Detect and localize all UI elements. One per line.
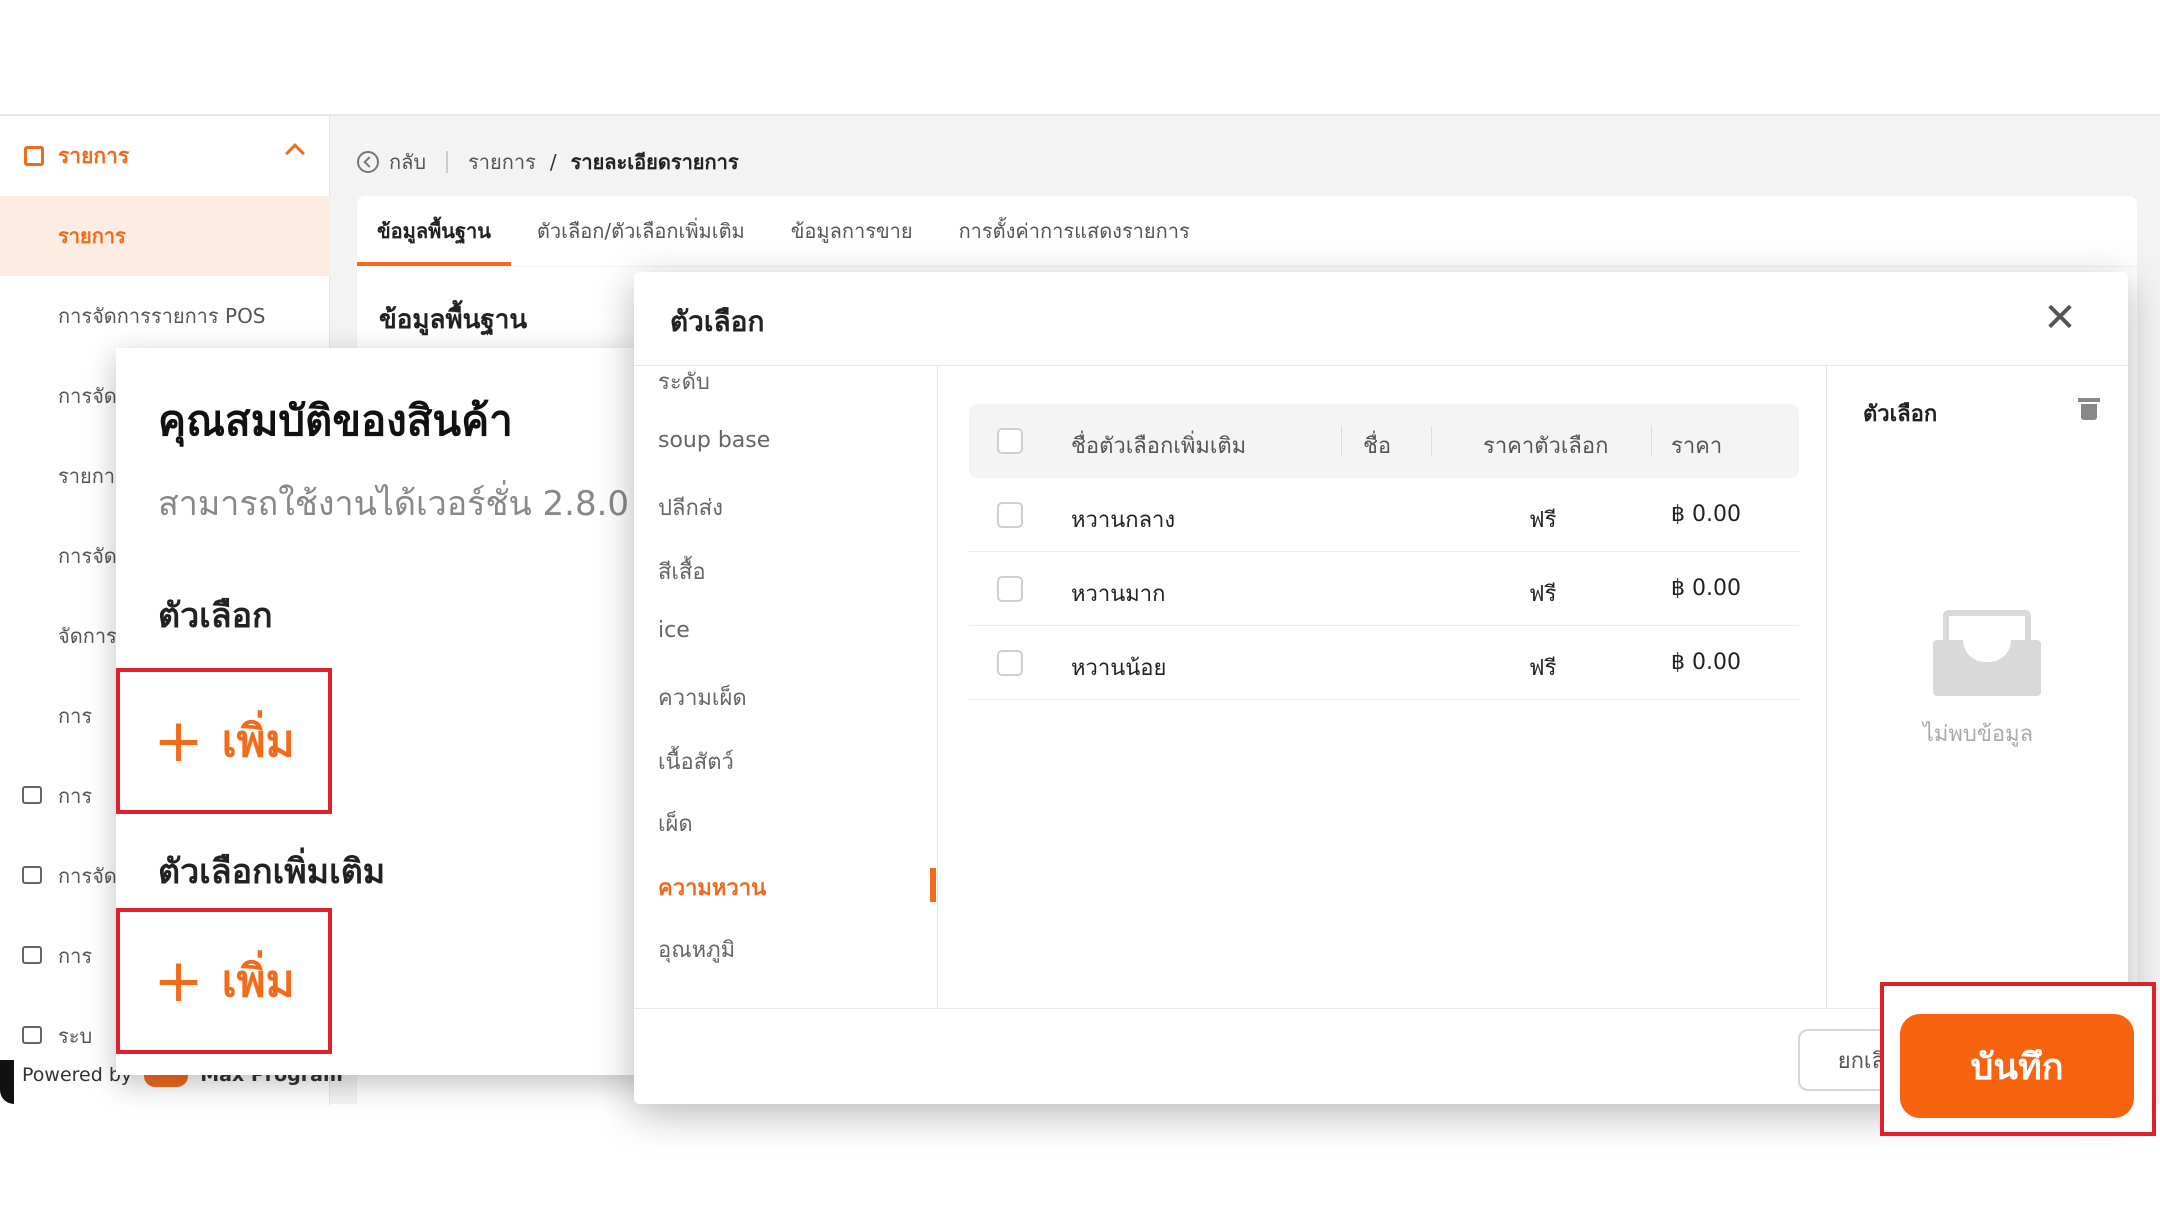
breadcrumb-current: รายละเอียดรายการ bbox=[570, 150, 739, 174]
option-name: หวานมาก bbox=[1071, 582, 1166, 607]
column-header-price: ราคา bbox=[1671, 434, 1723, 459]
category-item[interactable]: ระดับ bbox=[658, 366, 710, 399]
category-item[interactable]: อุณหภูมิ bbox=[658, 932, 735, 967]
save-button-highlight: บันทึก bbox=[1880, 982, 2156, 1136]
gem-icon bbox=[22, 946, 42, 964]
callout-version-note: สามารถใช้งานได้เวอร์ชั่น 2.8.0 ขึ้ bbox=[158, 484, 646, 524]
sidebar-item-label: การจัด bbox=[58, 544, 117, 568]
tab-display-settings[interactable]: การตั้งค่าการแสดงรายการ bbox=[959, 196, 1190, 266]
empty-inbox-icon bbox=[1933, 610, 2041, 696]
sidebar-group-items[interactable]: รายการ bbox=[0, 116, 330, 196]
tab-basic-info[interactable]: ข้อมูลพื้นฐาน bbox=[357, 196, 511, 266]
category-item[interactable]: soup base bbox=[658, 428, 770, 453]
select-all-checkbox[interactable] bbox=[997, 428, 1023, 454]
modal-title: ตัวเลือก bbox=[670, 305, 765, 338]
plus-icon: + bbox=[153, 706, 204, 776]
sidebar-group-label: รายการ bbox=[58, 143, 130, 168]
table-row[interactable]: หวานน้อย ฟรี ฿ 0.00 bbox=[969, 626, 1799, 700]
list-icon bbox=[24, 146, 44, 166]
breadcrumb-separator: / bbox=[549, 150, 557, 174]
row-checkbox[interactable] bbox=[997, 502, 1023, 528]
category-item-active[interactable]: ความหวาน bbox=[658, 870, 766, 905]
modal-header: ตัวเลือก ✕ bbox=[634, 272, 2128, 366]
sidebar-item-label: ระบ bbox=[58, 1024, 93, 1048]
options-modal: ตัวเลือก ✕ ระดับ soup base ปลีกส่ง สีเสื… bbox=[634, 272, 2128, 1104]
window-corner bbox=[0, 1060, 14, 1104]
option-table: ชื่อตัวเลือกเพิ่มเติม ชื่อ ราคาตัวเลือก … bbox=[939, 366, 1825, 1008]
category-item[interactable]: เนื้อสัตว์ bbox=[658, 744, 734, 779]
trash-lid bbox=[2078, 398, 2100, 402]
category-item[interactable]: สีเสื้อ bbox=[658, 554, 706, 589]
price: ฿ 0.00 bbox=[1671, 576, 1741, 601]
column-divider bbox=[1431, 426, 1432, 456]
sidebar-item-label: การ bbox=[58, 784, 93, 808]
column-divider bbox=[1651, 426, 1652, 456]
category-item[interactable]: ปลีกส่ง bbox=[658, 490, 723, 525]
selected-options-panel: ตัวเลือก ไม่พบข้อมูล bbox=[1826, 366, 2128, 1008]
inbox-top bbox=[1943, 610, 2031, 644]
add-option-button[interactable]: + เพิ่ม bbox=[116, 668, 332, 814]
breadcrumb: กลับ รายการ / รายละเอียดรายการ bbox=[357, 146, 739, 178]
selected-options-title: ตัวเลือก bbox=[1863, 402, 1938, 427]
add-option-label: เพิ่ม bbox=[221, 716, 295, 767]
option-price: ฟรี bbox=[1529, 508, 1557, 533]
bell-icon bbox=[22, 1026, 42, 1044]
sidebar-item-pos-management[interactable]: การจัดการรายการ POS bbox=[0, 276, 330, 356]
save-button[interactable]: บันทึก bbox=[1900, 1014, 2134, 1118]
section-title: ข้อมูลพื้นฐาน bbox=[379, 305, 528, 335]
trash-icon[interactable] bbox=[2078, 398, 2100, 420]
table-row[interactable]: หวานมาก ฟรี ฿ 0.00 bbox=[969, 552, 1799, 626]
extra-options-label: ตัวเลือกเพิ่มเติม bbox=[158, 852, 386, 892]
column-header-name: ชื่อ bbox=[1363, 434, 1392, 459]
ticket-icon bbox=[22, 866, 42, 884]
sidebar-item-label: จัดการ bbox=[58, 624, 117, 648]
row-checkbox[interactable] bbox=[997, 650, 1023, 676]
add-extra-option-button[interactable]: + เพิ่ม bbox=[116, 908, 332, 1054]
options-label: ตัวเลือก bbox=[158, 596, 273, 636]
column-header-extra-option-name: ชื่อตัวเลือกเพิ่มเติม bbox=[1071, 434, 1247, 459]
category-item[interactable]: ice bbox=[658, 618, 690, 643]
category-item[interactable]: ความเผ็ด bbox=[658, 680, 747, 715]
sidebar-item-label: การจัด bbox=[58, 864, 117, 888]
tab-bar: ข้อมูลพื้นฐาน ตัวเลือก/ตัวเลือกเพิ่มเติม… bbox=[357, 196, 2137, 266]
close-icon[interactable]: ✕ bbox=[2042, 298, 2078, 338]
sidebar-item-label: การ bbox=[58, 944, 93, 968]
tab-options[interactable]: ตัวเลือก/ตัวเลือกเพิ่มเติม bbox=[537, 196, 745, 266]
sidebar-item-label: รายการ bbox=[58, 224, 126, 248]
table-header: ชื่อตัวเลือกเพิ่มเติม ชื่อ ราคาตัวเลือก … bbox=[969, 404, 1799, 478]
option-price: ฟรี bbox=[1529, 582, 1557, 607]
back-circle-icon[interactable] bbox=[357, 151, 379, 173]
column-header-option-price: ราคาตัวเลือก bbox=[1483, 434, 1609, 459]
store-icon bbox=[22, 786, 42, 804]
price: ฿ 0.00 bbox=[1671, 502, 1741, 527]
active-category-indicator bbox=[930, 868, 936, 902]
tab-sales-info[interactable]: ข้อมูลการขาย bbox=[791, 196, 913, 266]
option-category-list: ระดับ soup base ปลีกส่ง สีเสื้อ ice ความ… bbox=[634, 366, 938, 1008]
sidebar-item-label: การ bbox=[58, 704, 93, 728]
option-name: หวานน้อย bbox=[1071, 656, 1167, 681]
chevron-up-icon[interactable] bbox=[285, 143, 305, 163]
plus-icon: + bbox=[153, 946, 204, 1016]
back-link[interactable]: กลับ bbox=[389, 146, 426, 178]
option-name: หวานกลาง bbox=[1071, 508, 1176, 533]
category-item[interactable]: เผ็ด bbox=[658, 806, 693, 841]
callout-title: คุณสมบัติของสินค้า bbox=[158, 396, 513, 445]
sidebar-item-label: การจัด bbox=[58, 384, 117, 408]
breadcrumb-divider bbox=[446, 151, 449, 173]
sidebar-item-label: การจัดการรายการ POS bbox=[58, 304, 266, 328]
price: ฿ 0.00 bbox=[1671, 650, 1741, 675]
trash-can bbox=[2081, 404, 2097, 420]
zoom-callout-product-attributes: คุณสมบัติของสินค้า สามารถใช้งานได้เวอร์ช… bbox=[116, 348, 646, 1075]
breadcrumb-parent[interactable]: รายการ bbox=[468, 146, 536, 178]
option-price: ฟรี bbox=[1529, 656, 1557, 681]
table-row[interactable]: หวานกลาง ฟรี ฿ 0.00 bbox=[969, 478, 1799, 552]
empty-state-text: ไม่พบข้อมูล bbox=[1922, 722, 2034, 747]
column-divider bbox=[1341, 426, 1342, 456]
row-checkbox[interactable] bbox=[997, 576, 1023, 602]
sidebar-item-label: รายกา bbox=[58, 464, 116, 488]
add-extra-option-label: เพิ่ม bbox=[221, 956, 295, 1007]
sidebar-item-items[interactable]: รายการ bbox=[0, 196, 330, 276]
